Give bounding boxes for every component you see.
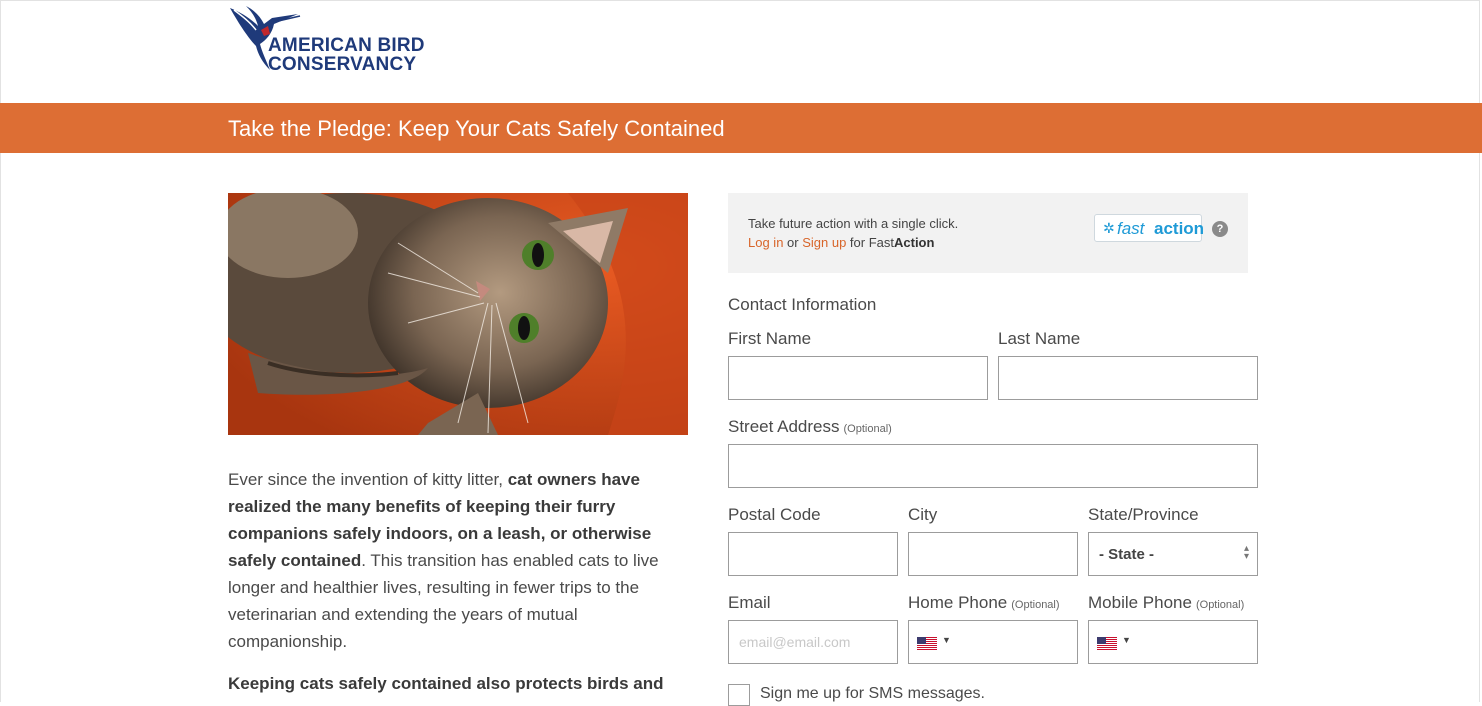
last-name-label: Last Name [998,329,1081,348]
last-name-field[interactable] [998,356,1258,400]
help-icon[interactable]: ? [1212,221,1228,237]
mobile-phone-field[interactable]: ▼ [1088,620,1258,664]
mobile-phone-input[interactable] [1133,621,1257,663]
fastaction-logo-button[interactable]: ✲ fast action [1094,214,1205,242]
postal-code-field[interactable] [728,532,898,576]
fastaction-panel: Take future action with a single click. … [728,193,1248,273]
second-paragraph: Keeping cats safely contained also prote… [228,674,664,693]
email-field[interactable] [728,620,898,664]
contact-info-heading: Contact Information [728,295,877,314]
first-name-field[interactable] [728,356,988,400]
logo-text-line2: CONSERVANCY [268,54,417,75]
postal-code-label: Postal Code [728,505,821,524]
postal-code-input[interactable] [729,533,897,575]
home-phone-input[interactable] [953,621,1077,663]
city-input[interactable] [909,533,1077,575]
mobile-phone-label: Mobile Phone (Optional) [1088,593,1245,612]
fastaction-tagline: Take future action with a single click. [748,216,959,231]
page-banner: Take the Pledge: Keep Your Cats Safely C… [0,103,1482,153]
updown-chevron-icon: ▴ ▾ [1243,543,1249,562]
home-phone-field[interactable]: ▼ [908,620,1078,664]
street-address-field[interactable] [728,444,1258,488]
login-link[interactable]: Log in [748,235,783,250]
street-address-input[interactable] [729,445,1257,487]
street-address-label: Street Address (Optional) [728,417,892,436]
cat-photo [228,193,688,435]
first-name-label: First Name [728,329,812,348]
home-phone-label: Home Phone (Optional) [908,593,1060,612]
city-label: City [908,505,938,524]
caret-down-icon[interactable]: ▼ [1122,635,1131,645]
gear-icon: ✲ [1103,220,1115,236]
caret-down-icon[interactable]: ▼ [942,635,951,645]
state-label: State/Province [1088,505,1199,524]
abc-logo[interactable]: AMERICAN BIRD CONSERVANCY [228,4,438,76]
sms-checkbox[interactable] [728,684,750,706]
signup-link[interactable]: Sign up [802,235,846,250]
fastaction-links: Log in or Sign up for FastAction [748,235,935,250]
state-selected-value: - State - [1099,546,1155,563]
page-title: Take the Pledge: Keep Your Cats Safely C… [228,116,725,141]
us-flag-icon[interactable] [1097,637,1117,650]
intro-paragraph: Ever since the invention of kitty litter… [228,470,659,651]
email-input[interactable] [729,621,897,663]
us-flag-icon[interactable] [917,637,937,650]
sms-checkbox-label[interactable]: Sign me up for SMS messages. [760,685,985,703]
email-label: Email [728,593,771,612]
fastaction-logo-fast: fast [1117,219,1145,238]
fastaction-logo-action: action [1154,219,1205,238]
city-field[interactable] [908,532,1078,576]
state-select[interactable]: - State - ▴ ▾ [1088,532,1258,576]
last-name-input[interactable] [999,357,1257,399]
first-name-input[interactable] [729,357,987,399]
